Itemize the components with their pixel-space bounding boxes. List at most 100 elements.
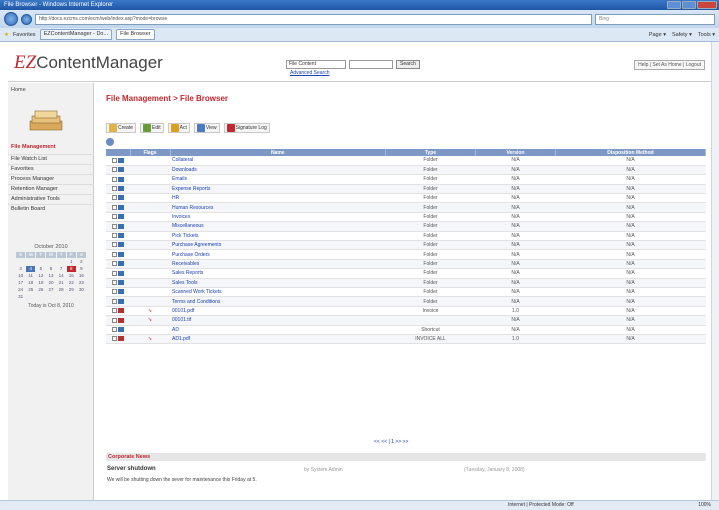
calendar-day[interactable]: 18 xyxy=(26,280,35,286)
sidebar-item-bulletin-board[interactable]: Bulletin Board xyxy=(8,204,94,214)
row-checkbox[interactable] xyxy=(112,317,117,323)
search-scope-select[interactable]: File Content xyxy=(286,60,346,69)
name-cell[interactable]: AD xyxy=(170,325,386,335)
calendar-day[interactable]: 27 xyxy=(46,287,55,293)
name-cell[interactable]: 00101.pdf xyxy=(170,306,386,317)
name-cell[interactable]: Scanned Work Tickets xyxy=(170,287,386,298)
name-cell[interactable]: Sales Tools xyxy=(170,278,386,288)
row-checkbox[interactable] xyxy=(112,232,117,238)
calendar-day[interactable]: 8 xyxy=(66,266,76,272)
zoom-level[interactable]: 100% xyxy=(698,501,711,510)
calendar-day[interactable]: 10 xyxy=(16,273,25,279)
calendar-day[interactable]: 11 xyxy=(26,273,35,279)
table-row[interactable]: HR Folder N/A N/A xyxy=(106,193,706,204)
search-input[interactable] xyxy=(349,60,393,69)
sidebar-item-process-manager[interactable]: Process Manager xyxy=(8,174,94,184)
row-checkbox[interactable] xyxy=(112,251,117,257)
row-checkbox[interactable] xyxy=(112,270,117,276)
header-links[interactable]: Help | Set As Home | Logout xyxy=(634,60,705,70)
row-checkbox[interactable] xyxy=(112,279,117,285)
row-checkbox[interactable] xyxy=(112,308,117,314)
calendar-day[interactable]: 12 xyxy=(36,273,45,279)
name-cell[interactable]: Pick Tickets xyxy=(170,231,386,242)
calendar-day[interactable]: 31 xyxy=(16,294,25,300)
favorites-button[interactable]: Favorites xyxy=(13,32,36,38)
sidebar-item-administrative-tools[interactable]: Administrative Tools xyxy=(8,194,94,204)
table-row[interactable]: Collateral Folder N/A N/A xyxy=(106,156,706,166)
filter-icon[interactable] xyxy=(106,138,114,146)
row-checkbox[interactable] xyxy=(112,289,117,295)
tools-menu[interactable]: Tools ▾ xyxy=(698,32,715,38)
table-row[interactable]: Purchase Orders Folder N/A N/A xyxy=(106,249,706,260)
name-cell[interactable]: Sales Reports xyxy=(170,268,386,279)
calendar-day[interactable]: 21 xyxy=(57,280,66,286)
calendar-day[interactable]: 6 xyxy=(46,266,55,272)
row-checkbox[interactable] xyxy=(112,298,117,304)
toolbar-act-button[interactable]: Act xyxy=(167,123,190,133)
table-row[interactable]: Emails Folder N/A N/A xyxy=(106,174,706,185)
table-row[interactable]: Terms and Conditions Folder N/A N/A xyxy=(106,296,706,307)
advanced-search-link[interactable]: Advanced Search xyxy=(290,70,329,76)
column-header[interactable]: Version xyxy=(475,149,556,156)
table-row[interactable]: Sales Tools Folder N/A N/A xyxy=(106,278,706,288)
toolbar-edit-button[interactable]: Edit xyxy=(140,123,164,133)
name-cell[interactable]: Downloads xyxy=(170,165,386,176)
table-row[interactable]: Scanned Work Tickets Folder N/A N/A xyxy=(106,287,706,298)
name-cell[interactable]: Expense Reports xyxy=(170,184,386,195)
table-row[interactable]: Invoices Folder N/A N/A xyxy=(106,212,706,223)
name-cell[interactable]: 00101.tif xyxy=(170,315,386,326)
table-row[interactable]: ➘ 00101.pdf Invoice 1.0 N/A xyxy=(106,306,706,317)
table-row[interactable]: Pick Tickets Folder N/A N/A xyxy=(106,231,706,242)
table-row[interactable]: ➘ 00101.tif N/A N/A xyxy=(106,315,706,326)
toolbar-create-button[interactable]: Create xyxy=(106,123,137,133)
row-checkbox[interactable] xyxy=(112,336,117,342)
tab-content-manager[interactable]: EZContentManager - Do... xyxy=(39,29,113,40)
calendar-day[interactable]: 29 xyxy=(67,287,76,293)
row-checkbox[interactable] xyxy=(112,261,117,267)
calendar-day[interactable]: 14 xyxy=(57,273,66,279)
table-row[interactable]: Miscellaneous Folder N/A N/A xyxy=(106,221,706,232)
calendar-day[interactable]: 5 xyxy=(36,266,45,272)
name-cell[interactable]: Human Resources xyxy=(170,202,386,213)
column-header[interactable]: Name xyxy=(170,149,386,156)
table-row[interactable]: Purchase Agreements Folder N/A N/A xyxy=(106,240,706,251)
name-cell[interactable]: Invoices xyxy=(170,212,386,223)
sidebar-item-favorites[interactable]: Favorites xyxy=(8,164,94,174)
row-checkbox[interactable] xyxy=(112,167,117,173)
name-cell[interactable]: Emails xyxy=(170,174,386,185)
toolbar-signature-log-button[interactable]: Signature Log xyxy=(223,123,270,133)
back-icon[interactable] xyxy=(4,12,18,26)
calendar-day[interactable]: 25 xyxy=(26,287,35,293)
column-header[interactable]: Type xyxy=(385,149,476,156)
calendar-day[interactable]: 22 xyxy=(67,280,76,286)
sidebar-file-management[interactable]: File Management xyxy=(11,144,56,150)
calendar-day[interactable]: 16 xyxy=(77,273,86,279)
calendar-day[interactable]: 2 xyxy=(77,259,86,265)
calendar-day[interactable]: 17 xyxy=(16,280,25,286)
name-cell[interactable]: AD1.pdf xyxy=(170,334,386,345)
column-header[interactable]: Flags xyxy=(130,149,171,156)
name-cell[interactable]: Miscellaneous xyxy=(170,221,386,232)
search-button[interactable]: Search xyxy=(396,60,420,69)
table-row[interactable]: Human Resources Folder N/A N/A xyxy=(106,202,706,213)
row-checkbox[interactable] xyxy=(112,157,117,163)
minimize-button[interactable] xyxy=(667,1,681,9)
row-checkbox[interactable] xyxy=(112,214,117,220)
forward-icon[interactable] xyxy=(21,13,32,25)
row-checkbox[interactable] xyxy=(112,326,117,332)
news-title[interactable]: Server shutdown xyxy=(107,466,156,472)
row-checkbox[interactable] xyxy=(112,242,117,248)
browser-search-input[interactable]: Bing xyxy=(595,13,715,25)
name-cell[interactable]: Receivables xyxy=(170,259,386,270)
toolbar-view-button[interactable]: View xyxy=(193,123,220,133)
calendar-day[interactable]: 9 xyxy=(77,266,86,272)
calendar-day[interactable]: 28 xyxy=(57,287,66,293)
name-cell[interactable]: Purchase Orders xyxy=(170,249,386,260)
calendar-day[interactable]: 30 xyxy=(77,287,86,293)
calendar-day[interactable]: 19 xyxy=(36,280,45,286)
row-checkbox[interactable] xyxy=(112,186,117,192)
table-row[interactable]: Receivables Folder N/A N/A xyxy=(106,259,706,270)
calendar-day[interactable]: 7 xyxy=(57,266,66,272)
row-checkbox[interactable] xyxy=(112,223,117,229)
row-checkbox[interactable] xyxy=(112,176,117,182)
